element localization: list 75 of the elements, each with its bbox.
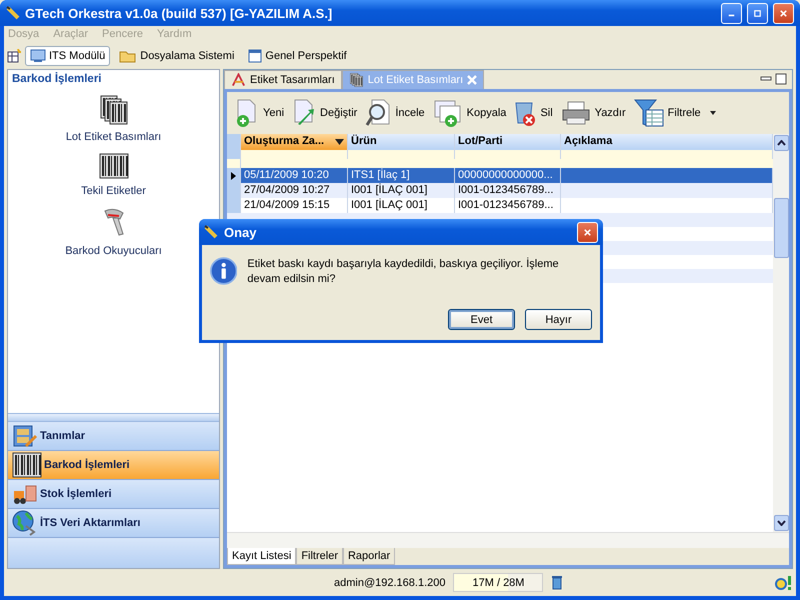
barcode-icon: [98, 153, 128, 179]
close-button[interactable]: [577, 222, 598, 242]
pencil-icon: [6, 6, 20, 20]
perspective-button[interactable]: Dosyalama Sistemi: [114, 46, 240, 66]
maximize-button[interactable]: [747, 2, 768, 24]
table-row[interactable]: 05/11/2009 10:20 ITS1 [İlaç 1] 00000000000000...: [227, 168, 773, 183]
dialog-button[interactable]: Evet: [448, 309, 515, 330]
toolbar-button[interactable]: Sil: [514, 99, 553, 127]
section-button[interactable]: Tanımlar: [8, 422, 219, 451]
info-icon: [210, 255, 238, 287]
editor-tab[interactable]: Etiket Tasarımları: [224, 70, 342, 89]
barcode-icon: [12, 452, 42, 478]
splitter-handle[interactable]: [8, 414, 219, 422]
dropdown-icon[interactable]: [708, 110, 717, 116]
trash-icon[interactable]: [551, 575, 564, 590]
copy-icon: [432, 99, 463, 127]
scroll-up-button[interactable]: [774, 135, 788, 151]
section-button[interactable]: İTS Veri Aktarımları: [8, 509, 219, 538]
toolbar-button[interactable]: Filtrele: [634, 98, 701, 128]
dialog-button[interactable]: Hayır: [525, 309, 592, 330]
navigator-item[interactable]: Barkod Okuyucuları: [65, 245, 162, 257]
window-icon: [248, 49, 262, 63]
maximize-icon: [754, 8, 761, 18]
dialog-message: Etiket baskı kaydı başarıyla kaydedildi, baskıya geçiliyor. İşleme devam edilsin mi?: [247, 257, 560, 287]
section-button[interactable]: Barkod İşlemleri: [8, 451, 219, 480]
user-address: admin@192.168.1.200: [334, 576, 446, 588]
view-tab[interactable]: Kayıt Listesi: [227, 548, 296, 565]
design-icon: [231, 73, 246, 87]
globe-icon: [12, 510, 38, 536]
navigator-item[interactable]: Lot Etiket Basımları: [66, 131, 162, 143]
section-button[interactable]: Stok İşlemleri: [8, 480, 219, 509]
barcodes-icon: [100, 95, 128, 125]
close-icon: [584, 228, 591, 236]
toolbar-button[interactable]: Yeni: [235, 98, 284, 128]
open-perspective-icon[interactable]: [7, 49, 21, 63]
row-pointer-icon: [231, 172, 236, 180]
column-header[interactable]: Oluşturma Za...: [241, 134, 348, 150]
module-icon: [30, 49, 46, 63]
forklift-icon: [12, 483, 38, 505]
toolbar-button[interactable]: Kopyala: [432, 99, 506, 127]
minimize-button[interactable]: [721, 2, 742, 24]
table-row[interactable]: 21/04/2009 15:15 I001 [İLAÇ 001] I001-0123456789...: [227, 198, 773, 213]
edit-icon: [292, 98, 316, 128]
perspective-button[interactable]: ITS Modülü: [25, 46, 110, 66]
chevron-up-icon: [776, 140, 786, 146]
barcodes-icon: [348, 73, 364, 87]
inspect-icon: [365, 98, 392, 128]
corner-header: [227, 134, 241, 150]
cabinet-icon: [12, 424, 38, 448]
table-row[interactable]: 27/04/2009 10:27 I001 [İLAÇ 001] I001-0123456789...: [227, 183, 773, 198]
chevron-down-icon: [776, 520, 786, 526]
toolbar-button[interactable]: Yazdır: [560, 100, 626, 126]
toolbar-button[interactable]: Değiştir: [292, 98, 358, 128]
close-icon: [780, 8, 787, 18]
pencil-icon: [204, 225, 218, 239]
toolbar-button[interactable]: İncele: [365, 98, 425, 128]
folder-icon: [119, 49, 138, 63]
navigator-item[interactable]: Tekil Etiketler: [81, 185, 146, 197]
perspective-button[interactable]: Genel Perspektif: [243, 46, 352, 66]
panel-title: Barkod İşlemleri: [11, 71, 102, 85]
memory-reading: 17M / 28M: [472, 576, 524, 588]
sort-arrow-icon: [335, 138, 344, 145]
notification-icon[interactable]: [774, 574, 792, 590]
scroll-down-button[interactable]: [774, 515, 788, 531]
dialog-title: Onay: [224, 224, 258, 240]
print-icon: [560, 100, 591, 126]
close-button[interactable]: [773, 2, 794, 24]
view-tab[interactable]: Raporlar: [342, 548, 396, 565]
minimize-maximize-icons[interactable]: [760, 73, 788, 85]
view-tab[interactable]: Filtreler: [296, 548, 343, 565]
window-title: GTech Orkestra v1.0a (build 537) [G-YAZILIM A.S.]: [25, 6, 334, 20]
horizontal-scrollbar[interactable]: [227, 532, 789, 548]
scroll-thumb[interactable]: [774, 198, 788, 258]
row-header[interactable]: [227, 168, 241, 183]
filter-icon: [634, 98, 664, 128]
